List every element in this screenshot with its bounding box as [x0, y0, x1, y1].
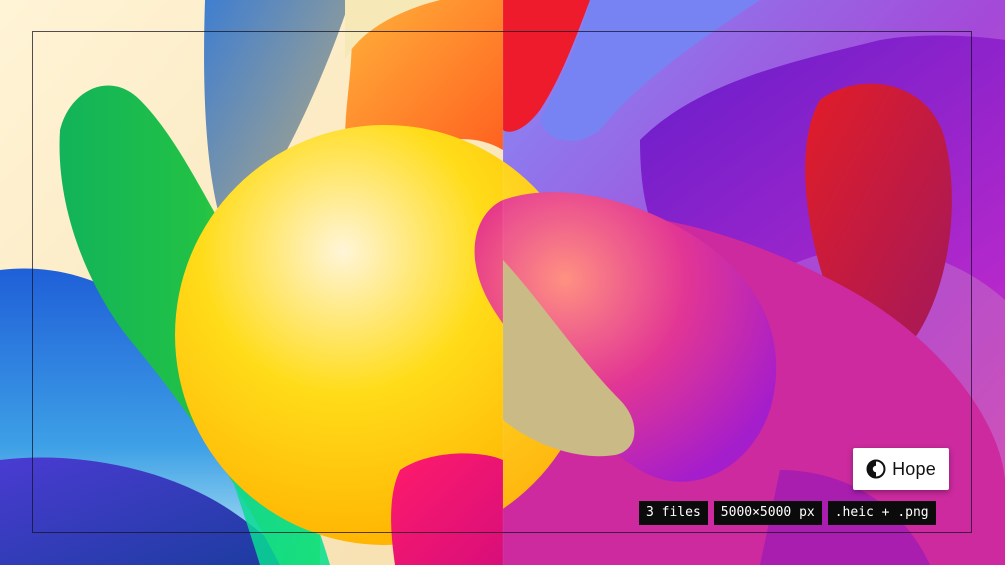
contrast-icon — [866, 459, 886, 479]
file-info-tags: 3 files 5000×5000 px .heic + .png — [639, 501, 936, 525]
brand-label: Hope — [892, 458, 936, 479]
file-count-tag: 3 files — [639, 501, 708, 525]
wallpaper-preview: Hope 3 files 5000×5000 px .heic + .png — [0, 0, 1005, 565]
brand-badge: Hope — [853, 448, 949, 490]
resolution-tag: 5000×5000 px — [713, 501, 822, 525]
format-tag: .heic + .png — [827, 501, 936, 525]
